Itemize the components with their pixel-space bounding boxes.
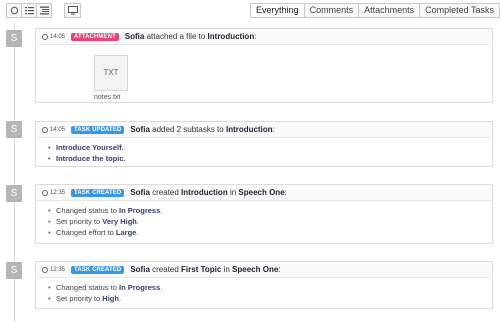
subtask-list: Introduce Yourself. Introduce the topic. xyxy=(48,142,482,164)
activity-time: 14:05 xyxy=(50,33,66,40)
file-name-link[interactable]: notes.txt xyxy=(94,94,482,101)
user-name[interactable]: Sofia xyxy=(130,265,150,274)
activity-body: Introduce Yourself. Introduce the topic. xyxy=(36,138,492,167)
subtask-item[interactable]: Introduce the topic. xyxy=(48,153,482,164)
circle-view-icon xyxy=(10,6,18,15)
user-name[interactable]: Sofia xyxy=(130,125,150,134)
activity-action: attached a file to xyxy=(146,32,206,41)
change-value: In Progress xyxy=(118,283,161,292)
txt-file-icon[interactable]: TXT xyxy=(94,55,128,91)
change-text: Set priority to xyxy=(56,217,101,226)
change-item: Set priority to High. xyxy=(48,293,482,304)
change-text: Changed effort to xyxy=(56,228,114,237)
activity-header: 12:35 TASK CREATED Sofia created Introdu… xyxy=(36,185,492,201)
change-item: Set priority to Very High. xyxy=(48,216,482,227)
change-value: In Progress xyxy=(118,206,161,215)
detail-view-button[interactable] xyxy=(36,3,52,18)
monitor-button[interactable] xyxy=(64,3,81,18)
list-view-button[interactable] xyxy=(21,3,37,18)
task-updated-badge: TASK UPDATED xyxy=(71,125,125,134)
change-value: Very High xyxy=(102,217,137,226)
monitor-icon xyxy=(67,6,78,15)
tab-attachments[interactable]: Attachments xyxy=(358,3,421,18)
clock-icon xyxy=(42,266,48,273)
activity-header: 14:05 TASK UPDATED Sofia added 2 subtask… xyxy=(36,122,492,138)
avatar[interactable]: S xyxy=(6,30,22,47)
task-link[interactable]: Introduction xyxy=(208,32,255,41)
change-list: Changed status to In Progress. Set prior… xyxy=(48,205,482,238)
tab-comments[interactable]: Comments xyxy=(303,3,360,18)
change-text: Changed status to xyxy=(56,206,117,215)
activity-body: TXT notes.txt xyxy=(36,45,492,104)
user-name[interactable]: Sofia xyxy=(125,32,145,41)
clock-icon xyxy=(42,126,48,133)
activity-suffix: : xyxy=(278,265,281,274)
task-link[interactable]: Introduction xyxy=(226,125,273,134)
activity-time: 12:35 xyxy=(50,266,66,273)
activity-card-task-created: 12:35 TASK CREATED Sofia created Introdu… xyxy=(35,184,493,244)
tab-everything[interactable]: Everything xyxy=(250,3,305,18)
attachment-badge: ATTACHMENT xyxy=(71,32,119,41)
change-text: Set priority to xyxy=(56,294,101,303)
toolbar: Everything Comments Attachments Complete… xyxy=(0,0,500,22)
activity-header: 12:35 TASK CREATED Sofia created First T… xyxy=(36,262,492,278)
activity-suffix: : xyxy=(284,188,287,197)
activity-action: added 2 subtasks to xyxy=(152,125,224,134)
activity-card-task-updated: 14:05 TASK UPDATED Sofia added 2 subtask… xyxy=(35,121,493,167)
activity-time: 14:05 xyxy=(50,126,66,133)
tab-completed-tasks[interactable]: Completed Tasks xyxy=(419,3,500,18)
activity-card-task-created: 12:35 TASK CREATED Sofia created First T… xyxy=(35,261,493,309)
activity-header: 14:05 ATTACHMENT Sofia attached a file t… xyxy=(36,29,492,45)
change-value: High xyxy=(102,294,119,303)
avatar[interactable]: S xyxy=(6,121,22,138)
change-item: Changed status to In Progress. xyxy=(48,282,482,293)
avatar[interactable]: S xyxy=(6,185,22,202)
list-view-icon xyxy=(24,7,34,15)
task-link[interactable]: First Topic xyxy=(181,265,221,274)
change-text: Changed status to xyxy=(56,283,117,292)
change-item: Changed status to In Progress. xyxy=(48,205,482,216)
change-list: Changed status to In Progress. Set prior… xyxy=(48,282,482,304)
project-link[interactable]: Speech One xyxy=(238,188,284,197)
subtask-item[interactable]: Introduce Yourself. xyxy=(48,142,482,153)
activity-suffix: : xyxy=(254,32,257,41)
activity-body: Changed status to In Progress. Set prior… xyxy=(36,201,492,241)
detail-view-icon xyxy=(39,6,49,15)
activity-in: in xyxy=(229,188,237,197)
activity-action: created xyxy=(152,265,179,274)
task-link[interactable]: Introduction xyxy=(181,188,228,197)
task-created-badge: TASK CREATED xyxy=(71,265,125,274)
activity-suffix: : xyxy=(272,125,275,134)
project-link[interactable]: Speech One xyxy=(232,265,278,274)
avatar[interactable]: S xyxy=(6,262,22,279)
filter-tabs: Everything Comments Attachments Complete… xyxy=(250,3,500,18)
clock-icon xyxy=(42,33,48,40)
circle-view-button[interactable] xyxy=(6,3,22,18)
activity-card-attachment: 14:05 ATTACHMENT Sofia attached a file t… xyxy=(35,28,493,103)
task-created-badge: TASK CREATED xyxy=(71,188,125,197)
activity-time: 12:35 xyxy=(50,189,66,196)
change-item: Changed effort to Large. xyxy=(48,227,482,238)
view-button-group xyxy=(6,3,52,18)
activity-body: Changed status to In Progress. Set prior… xyxy=(36,278,492,307)
user-name[interactable]: Sofia xyxy=(130,188,150,197)
activity-action: created xyxy=(152,188,179,197)
activity-in: in xyxy=(223,265,230,274)
clock-icon xyxy=(42,189,48,196)
change-value: Large xyxy=(115,228,137,237)
